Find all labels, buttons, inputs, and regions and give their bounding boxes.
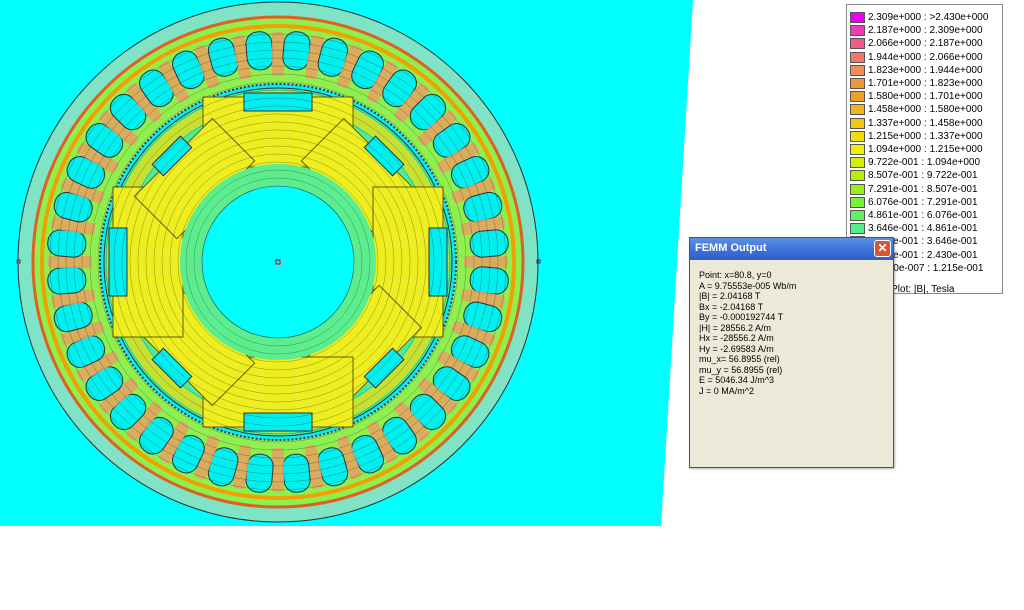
legend-row: 4.861e-001 : 6.076e-001 xyxy=(850,209,978,222)
rotor-magnet xyxy=(243,92,313,112)
output-text: Point: x=80.8, y=0 A = 9.75553e-005 Wb/m |… xyxy=(699,270,796,396)
close-button[interactable]: ✕ xyxy=(874,240,891,257)
legend-swatch xyxy=(850,157,865,169)
legend-label: 1.215e+000 : 1.337e+000 xyxy=(868,130,983,142)
output-line: Bx = -2.04168 T xyxy=(699,301,764,312)
output-line: E = 5046.34 J/m^3 xyxy=(699,375,775,385)
output-line: Hy = -2.69583 A/m xyxy=(699,343,774,354)
legend-swatch xyxy=(850,196,865,208)
legend-swatch xyxy=(850,78,865,89)
stator-tooth xyxy=(272,448,284,492)
rotor-magnet xyxy=(108,227,128,297)
legend-swatch xyxy=(850,91,865,103)
legend-row: 8.507e-001 : 9.722e-001 xyxy=(850,169,978,182)
legend-label: 1.094e+000 : 1.215e+000 xyxy=(868,144,983,155)
legend-row: 1.094e+000 : 1.215e+000 xyxy=(850,143,983,156)
motor-cross-section xyxy=(16,1,541,523)
legend-swatch xyxy=(850,170,865,182)
legend-swatch xyxy=(850,210,865,221)
output-line: J = 0 MA/m^2 xyxy=(699,385,754,396)
legend-row: 6.076e-001 : 7.291e-001 xyxy=(850,196,978,209)
legend-swatch xyxy=(850,51,865,63)
legend-label: 2.309e+000 : >2.430e+000 xyxy=(868,12,989,23)
legend-swatch xyxy=(850,12,865,23)
output-line: |B| = 2.04168 T xyxy=(699,291,761,301)
legend-row: 7.291e-001 : 8.507e-001 xyxy=(850,183,978,196)
legend-row: 1.580e+000 : 1.701e+000 xyxy=(850,90,983,103)
legend-label: 1.944e+000 : 2.066e+000 xyxy=(868,51,983,63)
legend-label: 1.580e+000 : 1.701e+000 xyxy=(868,91,983,103)
output-line: Hx = -28556.2 A/m xyxy=(699,333,774,343)
stator-tooth xyxy=(464,256,508,268)
legend-swatch xyxy=(850,64,865,76)
output-line: |H| = 28556.2 A/m xyxy=(699,322,771,333)
window-title: FEMM Output xyxy=(695,242,767,254)
stator-tooth xyxy=(48,256,92,268)
legend-row: 2.187e+000 : 2.309e+000 xyxy=(850,24,983,37)
legend-row: 2.066e+000 : 2.187e+000 xyxy=(850,37,983,50)
window-titlebar[interactable]: FEMM Output ✕ xyxy=(690,238,893,260)
legend-swatch xyxy=(850,144,865,155)
legend-swatch xyxy=(850,130,865,142)
output-line: A = 9.75553e-005 Wb/m xyxy=(699,280,797,291)
rotor-magnet xyxy=(428,227,448,297)
legend-row: 1.823e+000 : 1.944e+000 xyxy=(850,64,983,77)
legend-label: 2.187e+000 : 2.309e+000 xyxy=(868,25,983,37)
stator-tooth xyxy=(272,32,284,76)
legend-label: 1.701e+000 : 1.823e+000 xyxy=(868,78,983,89)
shaft-region xyxy=(201,185,355,339)
legend-label: 1.458e+000 : 1.580e+000 xyxy=(868,104,983,116)
output-line: mu_y = 56.8955 (rel) xyxy=(699,364,783,375)
legend-label: 1.337e+000 : 1.458e+000 xyxy=(868,117,983,129)
legend-label: 7.291e-001 : 8.507e-001 xyxy=(868,183,978,195)
legend-row: 1.701e+000 : 1.823e+000 xyxy=(850,77,983,90)
legend-label: 8.507e-001 : 9.722e-001 xyxy=(868,170,978,182)
legend-row: 1.215e+000 : 1.337e+000 xyxy=(850,130,983,143)
femm-output-window[interactable]: FEMM Output ✕ Point: x=80.8, y=0 A = 9.75… xyxy=(689,237,894,468)
rotor-magnet xyxy=(243,412,313,432)
legend-row: 1.337e+000 : 1.458e+000 xyxy=(850,117,983,130)
output-line: Point: x=80.8, y=0 xyxy=(699,270,772,280)
output-line: By = -0.000192744 T xyxy=(699,312,784,322)
legend-row: 2.309e+000 : >2.430e+000 xyxy=(850,11,988,24)
legend-label: 1.823e+000 : 1.944e+000 xyxy=(868,64,983,76)
legend-swatch xyxy=(850,223,865,235)
legend-swatch xyxy=(850,117,865,129)
legend-swatch xyxy=(850,104,865,116)
legend-label: 3.646e-001 : 4.861e-001 xyxy=(868,223,978,235)
legend-label: 6.076e-001 : 7.291e-001 xyxy=(868,196,978,208)
legend-swatch xyxy=(850,25,865,37)
legend-row: 1.944e+000 : 2.066e+000 xyxy=(850,51,983,64)
legend-label: 9.722e-001 : 1.094e+000 xyxy=(868,157,981,169)
legend-row: 9.722e-001 : 1.094e+000 xyxy=(850,156,980,169)
legend-swatch xyxy=(850,38,865,50)
legend-swatch xyxy=(850,183,865,195)
output-line: mu_x= 56.8955 (rel) xyxy=(699,354,780,364)
legend-label: 4.861e-001 : 6.076e-001 xyxy=(868,210,978,221)
legend-row: 3.646e-001 : 4.861e-001 xyxy=(850,222,978,235)
legend-row: 1.458e+000 : 1.580e+000 xyxy=(850,103,983,116)
legend-label: 2.066e+000 : 2.187e+000 xyxy=(868,38,983,50)
